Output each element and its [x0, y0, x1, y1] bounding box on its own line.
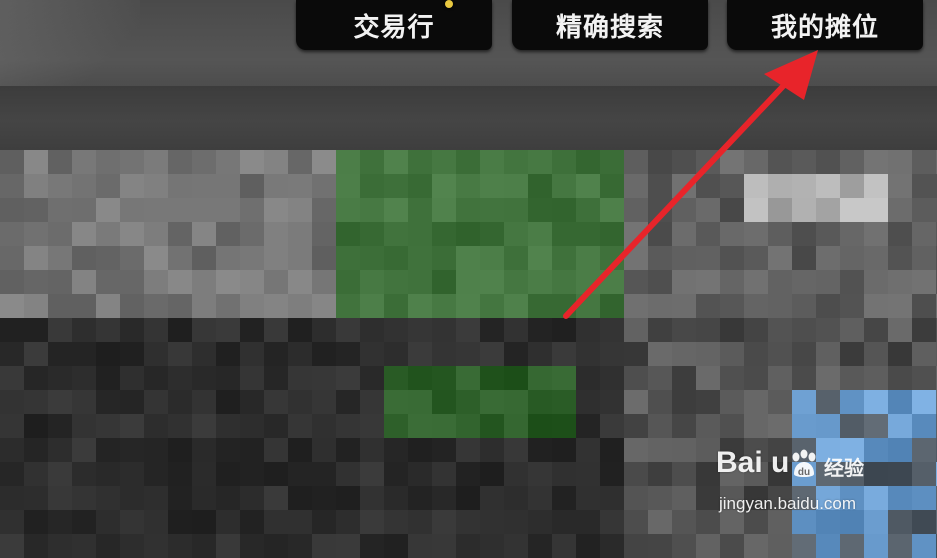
mosaic-tile	[624, 534, 648, 558]
mosaic-tile	[648, 534, 672, 558]
annotation-arrow-shaft	[563, 79, 790, 319]
mosaic-tile	[888, 534, 912, 558]
mosaic-tile	[504, 534, 528, 558]
mosaic-tile	[816, 534, 840, 558]
mosaic-tile	[912, 534, 936, 558]
mosaic-tile	[24, 534, 48, 558]
mosaic-tile	[672, 534, 696, 558]
mosaic-tile	[552, 534, 576, 558]
mosaic-tile	[576, 534, 600, 558]
mosaic-tile	[240, 534, 264, 558]
mosaic-tile	[120, 534, 144, 558]
svg-text:du: du	[798, 467, 810, 478]
mosaic-tile	[144, 534, 168, 558]
watermark-url: jingyan.baidu.com	[719, 494, 857, 513]
mosaic-tile	[768, 534, 792, 558]
mosaic-tile	[744, 534, 768, 558]
watermark-subtitle: 经验	[824, 456, 864, 480]
mosaic-tile	[384, 534, 408, 558]
mosaic-tile	[264, 534, 288, 558]
mosaic-tile	[48, 534, 72, 558]
baidu-jingyan-watermark: Bai u du 经验 jingyan.baidu.com	[716, 440, 916, 520]
mosaic-tile	[864, 534, 888, 558]
annotation-arrow-head	[764, 50, 818, 100]
mosaic-tile	[408, 534, 432, 558]
mosaic-tile	[696, 534, 720, 558]
mosaic-tile	[720, 534, 744, 558]
mosaic-tile	[360, 534, 384, 558]
mosaic-tile	[528, 534, 552, 558]
mosaic-tile	[312, 534, 336, 558]
mosaic-tile	[288, 534, 312, 558]
mosaic-tile	[840, 534, 864, 558]
mosaic-tile	[600, 534, 624, 558]
mosaic-tile	[456, 534, 480, 558]
mosaic-tile	[0, 534, 24, 558]
mosaic-tile	[480, 534, 504, 558]
mosaic-tile	[72, 534, 96, 558]
mosaic-tile	[432, 534, 456, 558]
mosaic-tile	[336, 534, 360, 558]
mosaic-tile	[216, 534, 240, 558]
mosaic-tile	[792, 534, 816, 558]
paw-icon: du	[792, 449, 816, 478]
watermark-brand: Bai u	[716, 446, 790, 479]
mosaic-tile	[168, 534, 192, 558]
mosaic-tile	[192, 534, 216, 558]
mosaic-tile	[96, 534, 120, 558]
